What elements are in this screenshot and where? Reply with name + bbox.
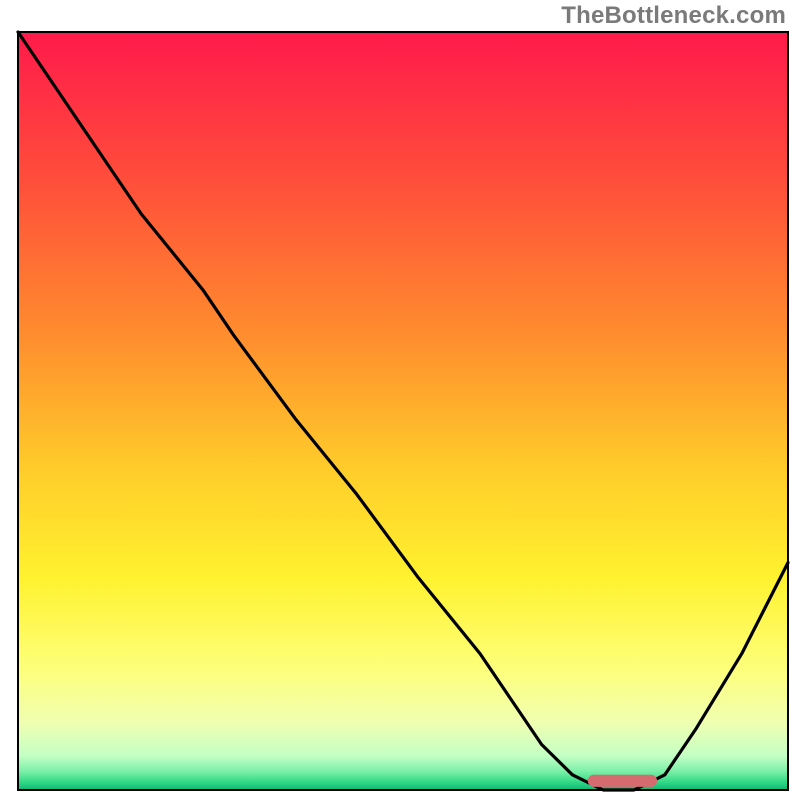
optimum-segment (588, 775, 657, 787)
chart-stage: TheBottleneck.com (0, 0, 800, 800)
gradient-background (18, 32, 788, 790)
chart-canvas (0, 0, 800, 800)
watermark-text: TheBottleneck.com (561, 2, 786, 30)
